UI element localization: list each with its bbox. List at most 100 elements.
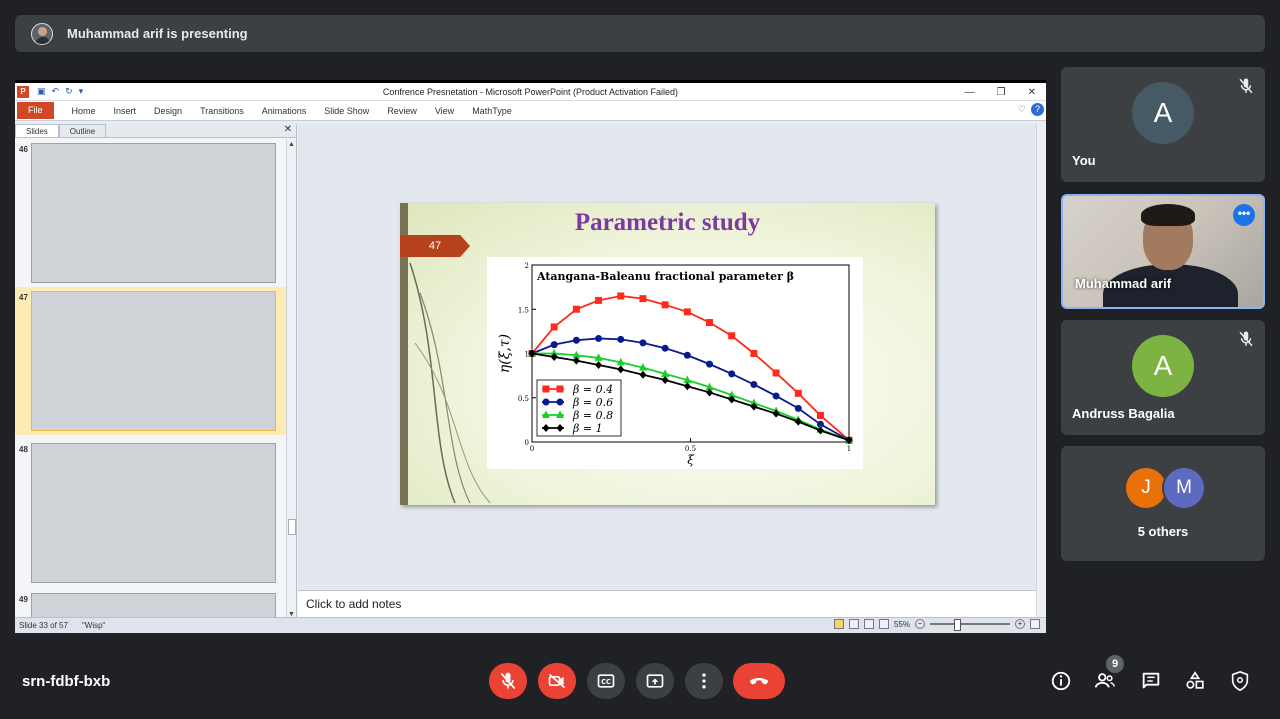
zoom-level[interactable]: 55% (894, 620, 910, 629)
data-point (661, 344, 669, 352)
ribbon-collapse-icon[interactable]: ♡ (1018, 104, 1026, 115)
close-icon[interactable]: ✕ (1028, 87, 1036, 98)
data-point (556, 385, 564, 393)
tab-home[interactable]: Home (72, 106, 96, 116)
minimize-icon[interactable]: — (965, 87, 975, 98)
y-tick-label: 1.5 (518, 306, 529, 314)
y-axis-label: η(ξ,τ) (497, 334, 513, 373)
slideshow-view-icon[interactable] (878, 619, 889, 629)
fit-slide-icon[interactable] (1030, 619, 1040, 629)
tab-review[interactable]: Review (387, 106, 417, 116)
host-controls-icon[interactable] (1229, 670, 1251, 692)
help-icon[interactable]: ? (1031, 103, 1044, 116)
chat-icon[interactable] (1140, 670, 1162, 692)
restore-icon[interactable]: ❐ (997, 87, 1006, 98)
notes-pane[interactable]: Click to add notes (298, 590, 1036, 620)
more-options-icon[interactable]: ••• (1233, 204, 1255, 226)
mic-off-icon (1239, 78, 1253, 94)
zoom-out-icon[interactable]: − (915, 619, 925, 629)
more-options-button[interactable] (685, 663, 723, 699)
data-point (706, 319, 714, 327)
tab-slide-show[interactable]: Slide Show (324, 106, 369, 116)
tab-design[interactable]: Design (154, 106, 182, 116)
quick-access-toolbar: ▣ ↶ ↻ ▾ (37, 86, 83, 97)
tab-animations[interactable]: Animations (262, 106, 307, 116)
current-slide: Parametric study 47 0 0.5 1 1.5 2 0 0.5 1 Atanga… (400, 203, 935, 505)
slide-thumbnail[interactable]: 46 (15, 139, 287, 285)
mic-off-icon (500, 672, 516, 690)
redo-icon[interactable]: ↻ (65, 86, 73, 97)
participant-tile-andruss[interactable]: A Andruss Bagalia (1061, 320, 1265, 435)
data-point (661, 301, 669, 309)
thumbnail-number: 48 (19, 445, 28, 454)
svg-text:CC: CC (601, 678, 611, 686)
x-axis-label: ξ (687, 453, 695, 467)
people-icon[interactable] (1094, 670, 1116, 692)
mic-off-icon (1239, 331, 1253, 347)
slide-title: Parametric study (574, 209, 761, 236)
normal-view-icon[interactable] (833, 619, 844, 629)
close-pane-icon[interactable]: ✕ (284, 124, 292, 135)
powerpoint-titlebar: P ▣ ↶ ↻ ▾ Confrence Presnetation - Micro… (15, 83, 1046, 101)
tab-file[interactable]: File (17, 102, 54, 119)
save-icon[interactable]: ▣ (37, 86, 46, 97)
participant-tile-others[interactable]: J M 5 others (1061, 446, 1265, 561)
zoom-slider[interactable] (930, 619, 1010, 631)
data-point (816, 411, 824, 419)
thumbnail-scrollbar[interactable]: ▲ ▼ (286, 139, 296, 620)
data-point (617, 292, 625, 300)
meeting-details-icon[interactable] (1050, 670, 1072, 692)
presenting-banner: Muhammad arif is presenting (15, 15, 1265, 52)
video-hair (1141, 204, 1195, 226)
leave-call-button[interactable] (733, 663, 785, 699)
tab-mathtype[interactable]: MathType (472, 106, 512, 116)
slide-thumbnail[interactable]: 48 (15, 439, 287, 585)
camera-toggle-button[interactable] (538, 663, 576, 699)
thumbnail-image (31, 443, 276, 583)
participant-tile-you[interactable]: A You (1061, 67, 1265, 182)
data-point (572, 305, 580, 313)
chart-container: 0 0.5 1 1.5 2 0 0.5 1 Atangana-Baleanu fractiona… (487, 257, 863, 469)
x-tick-label: 0 (530, 445, 534, 453)
thumbnail-number: 47 (19, 293, 28, 302)
scroll-up-icon[interactable]: ▲ (288, 141, 295, 148)
data-point (550, 323, 558, 331)
presenter-avatar (31, 22, 53, 45)
theme-name: "Wisp" (81, 621, 106, 630)
undo-icon[interactable]: ↶ (52, 86, 60, 97)
customize-icon[interactable]: ▾ (79, 86, 84, 97)
hang-up-icon (749, 678, 769, 685)
canvas-scrollbar[interactable] (1036, 124, 1046, 589)
data-point (794, 389, 802, 397)
slide-thumbnail[interactable]: 49 (15, 589, 287, 620)
scroll-thumb[interactable] (288, 519, 296, 535)
data-point (595, 296, 603, 304)
sorter-view-icon[interactable] (848, 619, 859, 629)
tab-insert[interactable]: Insert (114, 106, 137, 116)
tab-view[interactable]: View (435, 106, 454, 116)
tab-transitions[interactable]: Transitions (200, 106, 244, 116)
powerpoint-logo-icon: P (17, 85, 29, 98)
participant-tile-presenter[interactable]: ••• Muhammad arif (1061, 194, 1265, 309)
captions-button[interactable]: CC (587, 663, 625, 699)
x-tick-label: 0.5 (685, 445, 696, 453)
data-point (542, 398, 550, 406)
data-point (772, 392, 780, 400)
y-tick-label: 1 (525, 351, 529, 359)
data-point (706, 360, 714, 368)
slide-thumbnail-selected[interactable]: 47 (15, 287, 287, 435)
present-button[interactable] (636, 663, 674, 699)
participant-name: You (1072, 153, 1096, 168)
data-point (617, 335, 625, 343)
data-point (639, 295, 647, 303)
tab-outline[interactable]: Outline (58, 124, 107, 137)
mic-toggle-button[interactable] (489, 663, 527, 699)
avatar: M (1162, 466, 1206, 510)
meeting-code: srn-fdbf-bxb (22, 673, 111, 690)
activities-icon[interactable] (1184, 670, 1206, 692)
thumbnail-image (31, 143, 276, 283)
tab-slides[interactable]: Slides (15, 124, 59, 137)
reading-view-icon[interactable] (863, 619, 874, 629)
notes-scrollbar[interactable] (1036, 590, 1046, 620)
zoom-in-icon[interactable]: + (1015, 619, 1025, 629)
